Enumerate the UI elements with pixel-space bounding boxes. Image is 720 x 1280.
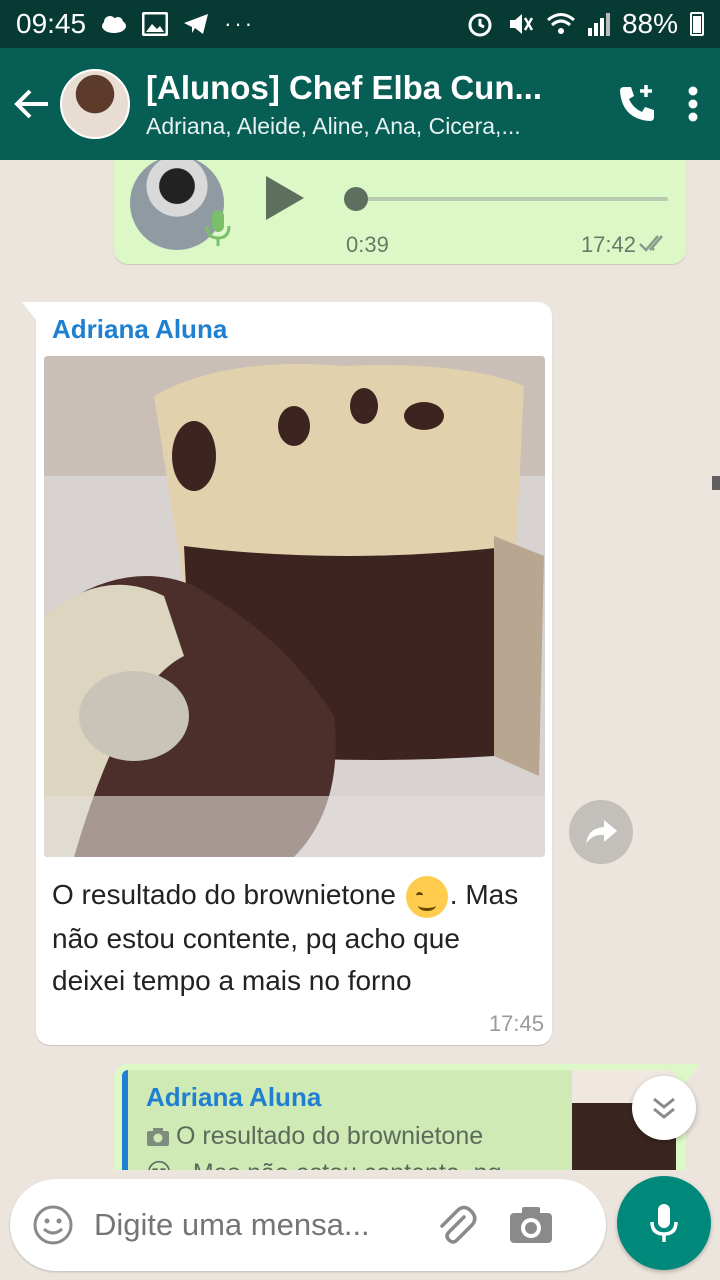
chat-title-area[interactable]: [Alunos] Chef Elba Cun... Adriana, Aleid… <box>146 69 546 140</box>
battery-percent: 88% <box>621 8 678 39</box>
camera-icon <box>147 1127 169 1146</box>
message-input[interactable] <box>94 1207 414 1243</box>
message-composer <box>10 1179 606 1271</box>
quoted-text-line1: O resultado do brownietone <box>176 1122 484 1150</box>
caption-text-start: O resultado do brownietone <box>52 879 404 910</box>
group-avatar[interactable] <box>60 69 130 139</box>
status-time: 09:45 <box>16 8 87 39</box>
chat-title: [Alunos] Chef Elba Cun... <box>146 68 542 106</box>
forward-icon <box>586 820 617 844</box>
attach-icon[interactable] <box>434 1203 478 1247</box>
smirking-face-icon <box>405 875 448 918</box>
scroll-to-bottom-button[interactable] <box>632 1076 696 1140</box>
quote-accent-bar <box>122 1070 128 1170</box>
audio-seek-knob[interactable] <box>344 187 368 211</box>
message-photo[interactable] <box>44 356 545 857</box>
quoted-sender: Adriana Aluna <box>146 1082 322 1112</box>
audio-progress-track[interactable] <box>346 197 668 201</box>
more-dots-icon: ··· <box>224 11 256 36</box>
camera-icon[interactable] <box>508 1205 554 1245</box>
forward-button[interactable] <box>569 800 633 864</box>
image-icon <box>142 12 169 36</box>
message-caption: O resultado do brownietone . Mas não est… <box>52 874 538 1002</box>
arrow-left-icon <box>14 89 48 119</box>
sender-name[interactable]: Adriana Aluna <box>52 314 227 345</box>
voice-message[interactable]: 0:39 17:42 <box>114 160 686 264</box>
battery-icon <box>690 12 704 36</box>
cloud-icon <box>102 16 127 33</box>
audio-duration: 0:39 <box>346 232 389 257</box>
mute-icon <box>509 14 534 34</box>
microphone-icon <box>205 210 231 246</box>
message-time: 17:42 <box>580 232 636 257</box>
record-voice-button[interactable] <box>617 1176 711 1270</box>
message-time: 17:45 <box>488 1011 544 1036</box>
microphone-icon <box>650 1204 678 1242</box>
chat-area[interactable]: 0:39 17:42 Adriana Aluna O resultado do … <box>0 160 720 1170</box>
quoted-text-line2: 😏 . Mas não estou contente, pq <box>146 1158 501 1170</box>
chat-participants: Adriana, Aleide, Aline, Ana, Cicera,... <box>146 112 521 139</box>
alarm-icon <box>468 13 492 37</box>
play-button[interactable] <box>266 176 304 220</box>
quoted-text: O resultado do brownietone <box>146 1122 483 1151</box>
emoji-icon[interactable] <box>32 1204 74 1246</box>
back-button[interactable] <box>4 76 60 132</box>
double-check-icon <box>639 235 663 252</box>
photo-message[interactable]: Adriana Aluna O resultado do brownietone… <box>22 302 552 1045</box>
telegram-icon <box>184 14 209 34</box>
double-chevron-down-icon <box>653 1097 675 1119</box>
chat-header: [Alunos] Chef Elba Cun... Adriana, Aleid… <box>0 48 720 160</box>
signal-icon <box>587 13 610 36</box>
scrollbar[interactable] <box>712 476 720 490</box>
reply-message[interactable]: Adriana Aluna O resultado do brownietone… <box>114 1064 700 1170</box>
wifi-icon <box>546 13 575 34</box>
add-call-icon[interactable] <box>616 83 658 125</box>
more-options-icon[interactable] <box>688 86 698 122</box>
quoted-message[interactable]: Adriana Aluna O resultado do brownietone… <box>122 1070 676 1170</box>
status-bar: 09:45 ··· 88% <box>0 0 720 48</box>
